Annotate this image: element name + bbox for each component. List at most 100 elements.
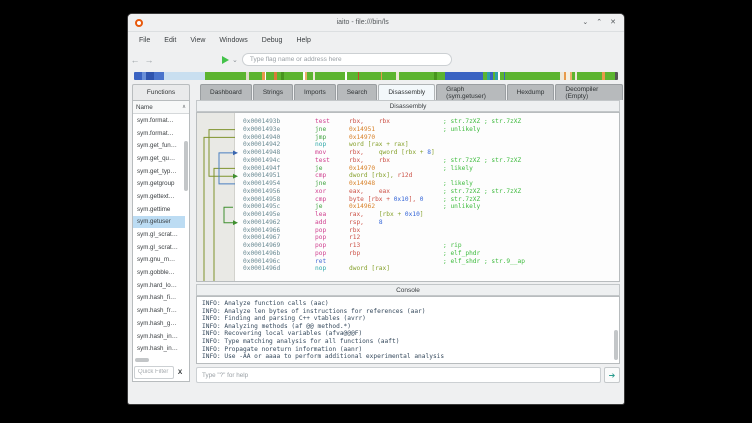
memory-segment[interactable] — [577, 72, 602, 80]
disassembly-line[interactable]: 0x0001494fje0x14970; likely — [197, 165, 619, 173]
list-item[interactable]: sym.getuser — [133, 216, 185, 229]
memory-segment[interactable] — [134, 72, 142, 80]
menu-item-view[interactable]: View — [183, 34, 212, 47]
instruction-operands: dword [rbx], r12d — [349, 172, 443, 180]
tab-graph-sym-getuser[interactable]: Graph (sym.getuser) — [436, 84, 505, 100]
list-item[interactable]: sym.hash_fi… — [133, 292, 185, 305]
minimize-icon[interactable]: ⌄ — [582, 19, 588, 27]
clear-filter-button[interactable]: X — [174, 366, 186, 379]
disassembly-line[interactable]: 0x00014958cmpbyte [rbx + 0x10], 0; str.7… — [197, 196, 619, 204]
chevron-down-icon[interactable]: ⌄ — [232, 56, 238, 64]
list-item[interactable]: sym.get_typ… — [133, 165, 185, 178]
disassembly-line[interactable]: 0x00014966poprbx — [197, 227, 619, 235]
list-item[interactable]: sym.gl_scrat… — [133, 228, 185, 241]
memory-segment[interactable] — [266, 72, 274, 80]
tab-search[interactable]: Search — [337, 84, 378, 100]
disassembly-view[interactable]: 0x0001493btestrbx, rbx; str.7zXZ ; str.7… — [196, 112, 620, 282]
list-item[interactable]: sym.hash_in… — [133, 342, 185, 355]
menu-item-debug[interactable]: Debug — [255, 34, 290, 47]
disassembly-line[interactable]: 0x0001496cret; elf_shdr ; str.9__ap — [197, 258, 619, 266]
functions-column-header[interactable]: Name ∧ — [133, 101, 189, 114]
memory-segment[interactable] — [359, 72, 381, 80]
list-item[interactable]: sym.hash_g… — [133, 317, 185, 330]
analyze-play-icon[interactable] — [222, 56, 229, 64]
forward-arrow-icon[interactable]: → — [142, 55, 156, 65]
disassembly-line[interactable]: 0x0001496dnopdword [rax] — [197, 265, 619, 273]
list-item[interactable]: sym.hash_in… — [133, 330, 185, 343]
disassembly-line[interactable]: 0x00014942nopword [rax + rax] — [197, 141, 619, 149]
disassembly-line[interactable]: 0x0001495cje0x14962; unlikely — [197, 203, 619, 211]
console-command-input[interactable] — [196, 367, 601, 383]
menu-item-help[interactable]: Help — [289, 34, 317, 47]
memory-segment[interactable] — [347, 72, 358, 80]
functions-horizontal-scrollbar[interactable] — [135, 358, 149, 362]
flag-search-input[interactable] — [242, 53, 452, 66]
memory-segment[interactable] — [437, 72, 445, 80]
instruction-operands: rbx, qword [rbx + 8] — [349, 149, 443, 157]
memory-segment[interactable] — [154, 72, 164, 80]
list-item[interactable]: sym.gnu_m… — [133, 254, 185, 267]
maximize-icon[interactable]: ⌃ — [596, 19, 602, 27]
tab-decompiler-empty[interactable]: Decompiler (Empty) — [555, 84, 623, 100]
list-item[interactable]: sym.hard_lo… — [133, 279, 185, 292]
list-item[interactable]: sym.gl_scrat… — [133, 241, 185, 254]
disassembly-line[interactable]: 0x0001494ctestrbx, rbx; str.7zXZ ; str.7… — [197, 157, 619, 165]
memory-segment[interactable] — [315, 72, 345, 80]
disassembly-line[interactable]: 0x0001496bpoprbp; elf_phdr — [197, 250, 619, 258]
console-output[interactable]: INFO: Analyze function calls (aac)INFO: … — [196, 296, 620, 364]
disassembly-line[interactable]: 0x00014956xoreax, eax; str.7zXZ ; str.7z… — [197, 188, 619, 196]
instruction-operands — [349, 258, 443, 266]
list-item[interactable]: sym.gettime — [133, 203, 185, 216]
memory-segment[interactable] — [505, 72, 560, 80]
tab-hexdump[interactable]: Hexdump — [507, 84, 555, 100]
menu-item-windows[interactable]: Windows — [212, 34, 254, 47]
menu-item-file[interactable]: File — [132, 34, 157, 47]
list-item[interactable]: sym.format… — [133, 114, 185, 127]
console-panel-header[interactable]: Console — [196, 284, 620, 296]
disassembly-line[interactable]: 0x0001493btestrbx, rbx; str.7zXZ ; str.7… — [197, 118, 619, 126]
list-item[interactable]: sym.gobble… — [133, 266, 185, 279]
disassembly-line[interactable]: 0x00014951cmpdword [rbx], r12d — [197, 172, 619, 180]
execute-command-button[interactable]: ➔ — [604, 367, 620, 383]
memory-segment[interactable] — [249, 72, 263, 80]
memory-segment[interactable] — [146, 72, 154, 80]
console-vertical-scrollbar[interactable] — [614, 330, 618, 360]
memory-segment[interactable] — [164, 72, 205, 80]
disassembly-line[interactable]: 0x00014967popr12 — [197, 234, 619, 242]
disassembly-line[interactable]: 0x00014954jne0x14948; likely — [197, 180, 619, 188]
memory-segment[interactable] — [445, 72, 483, 80]
tab-dashboard[interactable]: Dashboard — [200, 84, 252, 100]
memory-map-bar[interactable] — [134, 72, 618, 80]
list-item[interactable]: sym.hash_fr… — [133, 304, 185, 317]
memory-segment[interactable] — [399, 72, 434, 80]
memory-segment[interactable] — [615, 72, 618, 80]
disassembly-panel-header[interactable]: Disassembly — [196, 100, 620, 112]
list-item[interactable]: sym.get_fun… — [133, 139, 185, 152]
disassembly-line[interactable]: 0x00014962addrsp, 8 — [197, 219, 619, 227]
memory-segment[interactable] — [284, 72, 303, 80]
list-item[interactable]: sym.format… — [133, 127, 185, 140]
disassembly-line[interactable]: 0x00014948movrbx, qword [rbx + 8] — [197, 149, 619, 157]
disassembly-line[interactable]: 0x00014969popr13; rip — [197, 242, 619, 250]
memory-segment[interactable] — [605, 72, 616, 80]
title-bar[interactable]: iaito - file:///bin/ls ⌄ ⌃ ✕ — [128, 14, 624, 32]
list-item[interactable]: sym.getgroup — [133, 177, 185, 190]
tab-disassembly[interactable]: Disassembly — [378, 84, 435, 100]
close-icon[interactable]: ✕ — [610, 19, 616, 27]
list-item[interactable]: sym.gettext… — [133, 190, 185, 203]
back-arrow-icon[interactable]: ← — [128, 55, 142, 65]
desktop-background: iaito - file:///bin/ls ⌄ ⌃ ✕ FileEditVie… — [0, 0, 752, 423]
tab-functions[interactable]: Functions — [132, 84, 190, 100]
disassembly-line[interactable]: 0x0001495elearax, [rbx + 0x10] — [197, 211, 619, 219]
toolbar: ← → ⌄ — [128, 49, 624, 70]
list-item[interactable]: sym.get_qu… — [133, 152, 185, 165]
disassembly-line[interactable]: 0x0001493ejne0x14951; unlikely — [197, 126, 619, 134]
memory-segment[interactable] — [205, 72, 246, 80]
memory-segment[interactable] — [382, 72, 396, 80]
disassembly-line[interactable]: 0x00014940jmp0x14970 — [197, 134, 619, 142]
tab-strings[interactable]: Strings — [253, 84, 293, 100]
functions-vertical-scrollbar[interactable] — [184, 141, 188, 191]
menu-item-edit[interactable]: Edit — [157, 34, 183, 47]
tab-imports[interactable]: Imports — [294, 84, 336, 100]
quick-filter-input[interactable] — [134, 366, 174, 379]
